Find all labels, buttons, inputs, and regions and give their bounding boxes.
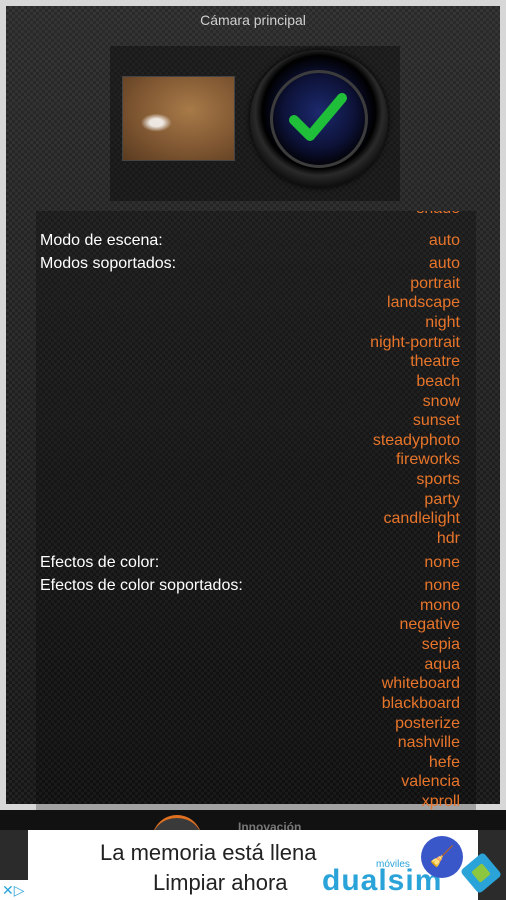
effect-value: whiteboard	[381, 675, 460, 692]
mode-value: sunset	[412, 412, 460, 429]
mode-value: auto	[428, 255, 460, 272]
camera-properties-list[interactable]: shade Modo de escena: auto Modos soporta…	[36, 211, 476, 811]
mode-value: night	[425, 314, 460, 331]
effect-value: mono	[419, 597, 460, 614]
effect-value: sepia	[421, 636, 460, 653]
color-effect-value: none	[424, 554, 460, 571]
mode-value: theatre	[410, 353, 460, 370]
effect-value: none	[424, 577, 460, 594]
effect-value: hefe	[428, 754, 460, 771]
effect-value: aqua	[424, 656, 460, 673]
camera-info-panel: Cámara principal shade Modo de escena: a…	[0, 0, 506, 811]
ad-line-2: Limpiar ahora	[153, 870, 288, 895]
camera-preview-thumbnail[interactable]	[122, 76, 235, 161]
mode-value: beach	[416, 373, 460, 390]
scene-mode-value: auto	[428, 232, 460, 249]
effect-value: nashville	[397, 734, 460, 751]
effect-value: blackboard	[381, 695, 460, 712]
mode-value: landscape	[387, 294, 460, 311]
color-effect-label: Efectos de color:	[40, 554, 160, 571]
camera-lens-icon[interactable]	[250, 50, 388, 188]
effect-value: posterize	[395, 715, 460, 732]
mode-value: fireworks	[395, 451, 460, 468]
ad-line-1: La memoria está llena	[100, 840, 317, 865]
list-item: shade	[36, 211, 476, 219]
scene-mode-label: Modo de escena:	[40, 232, 163, 249]
effect-value: negative	[399, 616, 461, 633]
color-effect-row: Efectos de color: none	[36, 553, 476, 573]
mode-value: party	[424, 491, 460, 508]
mode-value: portrait	[410, 275, 460, 292]
effect-value: valencia	[401, 773, 460, 790]
mode-value: candlelight	[383, 510, 461, 527]
cleaner-icon: 🧹	[421, 836, 463, 878]
cut-value: shade	[416, 211, 460, 219]
scene-mode-row: Modo de escena: auto	[36, 231, 476, 251]
mode-value: snow	[422, 393, 460, 410]
mode-value: night-portrait	[370, 334, 460, 351]
page-title: Cámara principal	[200, 12, 306, 28]
effect-value: xproll	[421, 793, 460, 810]
adchoices-icon[interactable]: ✕▷	[0, 880, 44, 900]
mode-value: hdr	[436, 530, 460, 547]
ad-banner[interactable]: La memoria está llena Limpiar ahora móvi…	[28, 830, 478, 900]
checkmark-icon	[289, 93, 347, 141]
mode-value: sports	[416, 471, 460, 488]
mode-value: steadyphoto	[372, 432, 460, 449]
